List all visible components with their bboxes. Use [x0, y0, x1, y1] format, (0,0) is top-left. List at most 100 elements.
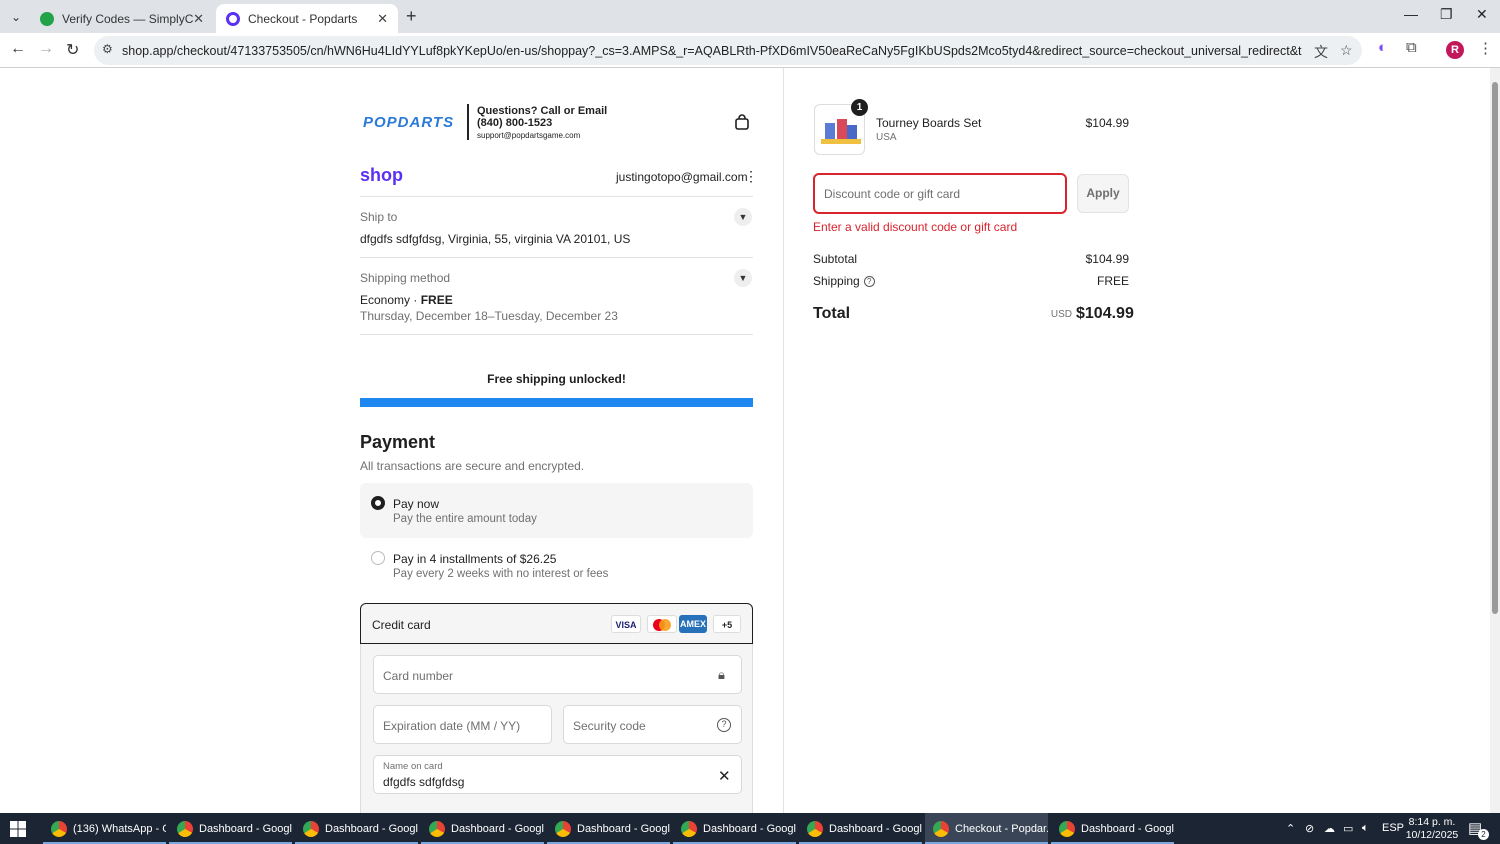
taskbar-item-label: Dashboard - Googl...	[451, 822, 544, 835]
close-tab-icon[interactable]: ✕	[193, 11, 204, 27]
taskbar-item-label: Dashboard - Googl...	[325, 822, 418, 835]
tab-title: Checkout - Popdarts	[248, 11, 358, 26]
page-scrollbar[interactable]	[1490, 68, 1500, 813]
tray-overflow-icon[interactable]: ⌃	[1286, 822, 1295, 835]
name-on-card-value[interactable]: dfgdfs sdfgfdsg	[383, 775, 464, 789]
credit-card-label: Credit card	[372, 618, 431, 632]
card-number-placeholder: Card number	[383, 669, 454, 683]
subtotal-label: Subtotal	[813, 252, 858, 266]
taskbar-item-active[interactable]: Checkout - Popdar...	[925, 813, 1048, 844]
cloud-icon[interactable]: ☁	[1324, 822, 1335, 835]
more-cards-badge: +5	[713, 615, 741, 633]
installments-title[interactable]: Pay in 4 installments of $26.25	[393, 552, 556, 566]
shopping-bag-icon[interactable]	[734, 114, 750, 130]
taskbar-item[interactable]: Dashboard - Googl...	[799, 813, 922, 844]
payment-subheading: All transactions are secure and encrypte…	[360, 459, 585, 473]
close-window-icon[interactable]: ✕	[1476, 6, 1488, 23]
new-tab-icon[interactable]: +	[406, 6, 417, 27]
tab-checkout[interactable]: Checkout - Popdarts ✕	[216, 4, 398, 33]
subtotal-value: $104.99	[1085, 252, 1129, 266]
discount-field[interactable]	[813, 173, 1067, 214]
forward-icon[interactable]: →	[38, 40, 54, 58]
card-number-field[interactable]: Card number 🔒︎	[373, 655, 742, 694]
profile-avatar[interactable]: R	[1446, 41, 1464, 59]
url-text[interactable]: shop.app/checkout/47133753505/cn/hWN6Hu4…	[122, 44, 1302, 58]
chrome-icon	[177, 820, 193, 837]
scrollbar-thumb[interactable]	[1492, 82, 1498, 614]
network-off-icon[interactable]: ⊘	[1305, 822, 1314, 835]
bookmark-star-icon[interactable]: ☆	[1340, 42, 1353, 59]
shipping-dates: Thursday, December 18–Tuesday, December …	[360, 309, 618, 323]
taskbar-item[interactable]: Dashboard - Googl...	[1051, 813, 1174, 844]
taskbar-item[interactable]: Dashboard - Googl...	[673, 813, 796, 844]
taskbar-item[interactable]: Dashboard - Googl...	[547, 813, 670, 844]
browser-chrome: ⌄ Verify Codes — SimplyCodes ✕ Checkout …	[0, 0, 1500, 68]
clear-icon[interactable]: ✕	[718, 767, 731, 785]
account-menu-icon[interactable]: ⋮	[744, 168, 758, 185]
close-tab-icon[interactable]: ✕	[377, 11, 388, 27]
extensions-puzzle-icon[interactable]: ⧉	[1406, 39, 1417, 56]
mastercard-icon	[647, 615, 677, 633]
taskbar-item[interactable]: Dashboard - Googl...	[295, 813, 418, 844]
translate-icon[interactable]: 文	[1314, 42, 1328, 62]
expiration-date-field[interactable]: Expiration date (MM / YY)	[373, 705, 552, 744]
shipping-method-name: Economy	[360, 293, 411, 307]
reload-icon[interactable]: ↻	[66, 40, 79, 60]
security-code-field[interactable]: Security code ?	[563, 705, 742, 744]
taskbar-item[interactable]: Dashboard - Googl...	[421, 813, 544, 844]
installments-radio[interactable]	[371, 551, 385, 565]
volume-icon[interactable]: 🔈︎	[1362, 822, 1369, 835]
checkout-page: POPDARTS Questions? Call or Email (840) …	[0, 68, 1500, 813]
chevron-down-icon[interactable]: ▼	[734, 269, 752, 287]
pay-now-title: Pay now	[393, 497, 440, 511]
product-name: Tourney Boards Set	[876, 116, 982, 130]
name-on-card-field[interactable]: Name on card dfgdfs sdfgfdsg ✕	[373, 755, 742, 794]
windows-start-icon[interactable]	[10, 821, 26, 837]
taskbar-item-label: Dashboard - Googl...	[829, 822, 922, 835]
chrome-icon	[1059, 820, 1075, 837]
popdarts-logo[interactable]: POPDARTS	[363, 114, 454, 131]
minimize-icon[interactable]: —	[1404, 6, 1418, 22]
shop-pay-logo: shop	[360, 165, 403, 185]
browser-menu-icon[interactable]: ⋮	[1478, 39, 1493, 57]
expiration-placeholder: Expiration date (MM / YY)	[383, 719, 521, 733]
taskbar-item-label: Dashboard - Googl...	[1081, 822, 1174, 835]
shipping-summary: Shipping?	[813, 274, 875, 288]
chrome-icon	[681, 820, 697, 837]
lock-icon: 🔒︎	[718, 667, 725, 682]
tab-simplycodes[interactable]: Verify Codes — SimplyCodes ✕	[30, 4, 214, 33]
address-bar[interactable]: ⚙ shop.app/checkout/47133753505/cn/hWN6H…	[94, 36, 1362, 65]
help-icon[interactable]: ?	[717, 718, 731, 732]
back-icon[interactable]: ←	[10, 40, 26, 58]
chevron-down-icon[interactable]: ▼	[734, 208, 752, 226]
clock-time[interactable]: 8:14 p. m.	[1404, 816, 1460, 828]
shipping-method: Economy · FREE	[360, 293, 453, 307]
account-email: justingotopo@gmail.com	[616, 170, 748, 184]
chrome-icon	[51, 820, 67, 837]
tab-search-icon[interactable]: ⌄	[6, 7, 26, 27]
product-variant: USA	[876, 132, 897, 143]
taskbar-item[interactable]: (136) WhatsApp - G...	[43, 813, 166, 844]
clock-date[interactable]: 10/12/2025	[1404, 829, 1460, 841]
quantity-badge: 1	[851, 99, 868, 116]
chrome-icon	[933, 820, 949, 837]
apply-button[interactable]: Apply	[1077, 174, 1129, 213]
name-on-card-label: Name on card	[383, 761, 443, 772]
shipping-method-price: FREE	[420, 293, 453, 307]
pay-now-radio[interactable]	[371, 496, 385, 510]
header-separator	[467, 104, 469, 140]
help-icon[interactable]: ?	[863, 276, 875, 287]
display-icon[interactable]: ▭	[1343, 822, 1353, 835]
taskbar-item[interactable]: Dashboard - Googl...	[169, 813, 292, 844]
restore-icon[interactable]: ❐	[1440, 6, 1453, 23]
discount-input[interactable]	[824, 187, 1054, 201]
installments-subtitle: Pay every 2 weeks with no interest or fe…	[393, 568, 609, 580]
site-info-icon[interactable]: ⚙	[102, 42, 113, 56]
credit-card-option[interactable]: Credit card VISA AMEX +5	[360, 603, 753, 644]
column-divider	[783, 68, 784, 813]
free-shipping-message: Free shipping unlocked!	[487, 372, 626, 386]
shipping-summary-value: FREE	[1096, 274, 1129, 288]
extension-icon[interactable]: ◐	[1378, 39, 1387, 56]
amex-icon: AMEX	[679, 615, 707, 633]
language-indicator[interactable]: ESP	[1382, 822, 1404, 834]
